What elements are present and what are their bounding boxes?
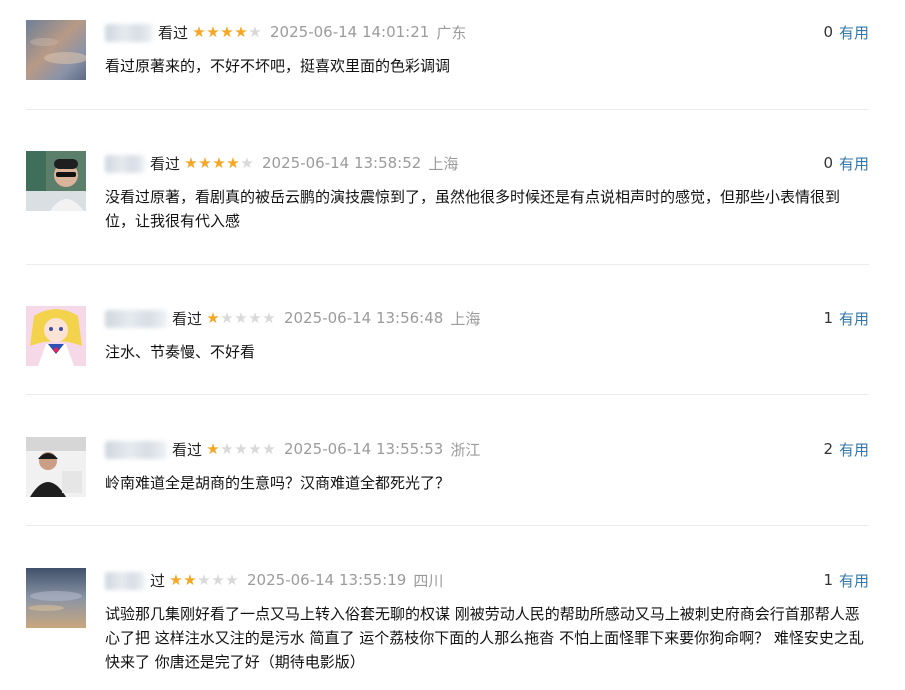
useful-button[interactable]: 有用 xyxy=(839,570,869,591)
vote-count: 0 xyxy=(823,154,833,172)
avatar[interactable] xyxy=(26,437,86,497)
review-location: 上海 xyxy=(428,154,459,173)
review-content: 试验那几集刚好看了一点又马上转入俗套无聊的权谋 刚被劳动人民的帮助所感动又马上被… xyxy=(105,605,864,671)
rating-stars: ★ ★ ★ ★ ★ xyxy=(206,309,276,327)
star-icon: ★ xyxy=(234,440,248,458)
divider xyxy=(26,394,869,395)
useful-button[interactable]: 有用 xyxy=(839,22,869,43)
watch-status: 看过 xyxy=(172,309,203,328)
review-meta: 过 ★ ★ ★ ★ ★ 2025-06-14 13:55:19 四川 xyxy=(105,569,443,591)
avatar[interactable] xyxy=(26,20,86,80)
vote-count: 1 xyxy=(823,309,833,327)
username-link[interactable] xyxy=(105,439,167,459)
vote-area: 1 有用 xyxy=(823,569,869,591)
avatar[interactable] xyxy=(26,568,86,628)
divider xyxy=(26,109,869,110)
star-icon: ★ xyxy=(183,571,197,589)
review-time: 2025-06-14 13:58:52 xyxy=(262,154,422,172)
divider xyxy=(26,525,869,526)
vote-area: 0 有用 xyxy=(823,152,869,174)
star-icon: ★ xyxy=(220,309,234,327)
vote-area: 2 有用 xyxy=(823,438,869,460)
watch-status: 看过 xyxy=(150,154,181,173)
star-icon: ★ xyxy=(220,23,234,41)
review-meta: 看过 ★ ★ ★ ★ ★ 2025-06-14 13:56:48 上海 xyxy=(105,307,480,329)
useful-button[interactable]: 有用 xyxy=(839,439,869,460)
star-icon: ★ xyxy=(212,154,226,172)
star-icon: ★ xyxy=(248,440,262,458)
vote-count: 0 xyxy=(823,23,833,41)
watch-status: 过 xyxy=(150,571,166,590)
review-location: 上海 xyxy=(450,309,481,328)
review-location: 四川 xyxy=(413,571,444,590)
review-content: 看过原著来的，不好不坏吧，挺喜欢里面的色彩调调 xyxy=(105,57,451,75)
review-content: 岭南难道全是胡商的生意吗？汉商难道全都死光了？ xyxy=(105,474,451,492)
vote-count: 1 xyxy=(823,571,833,589)
vote-area: 1 有用 xyxy=(823,307,869,329)
review-time: 2025-06-14 13:55:19 xyxy=(247,571,407,589)
username-link[interactable] xyxy=(105,308,167,328)
rating-stars: ★ ★ ★ ★ ★ xyxy=(206,440,276,458)
review-meta: 看过 ★ ★ ★ ★ ★ 2025-06-14 14:01:21 广东 xyxy=(105,21,466,43)
username-link[interactable] xyxy=(105,22,153,42)
star-icon: ★ xyxy=(226,154,240,172)
star-icon: ★ xyxy=(169,571,183,589)
star-icon: ★ xyxy=(197,571,211,589)
avatar-image xyxy=(26,437,86,497)
avatar-image xyxy=(26,306,86,366)
watch-status: 看过 xyxy=(158,23,189,42)
rating-stars: ★ ★ ★ ★ ★ xyxy=(184,154,254,172)
useful-button[interactable]: 有用 xyxy=(839,308,869,329)
useful-button[interactable]: 有用 xyxy=(839,153,869,174)
vote-area: 0 有用 xyxy=(823,21,869,43)
review-location: 广东 xyxy=(436,23,467,42)
star-icon: ★ xyxy=(206,309,220,327)
star-icon: ★ xyxy=(192,23,206,41)
username-link[interactable] xyxy=(105,153,145,173)
divider xyxy=(26,264,869,265)
username-link[interactable] xyxy=(105,570,145,590)
review-time: 2025-06-14 13:56:48 xyxy=(284,309,444,327)
review-location: 浙江 xyxy=(450,440,481,459)
star-icon: ★ xyxy=(206,23,220,41)
star-icon: ★ xyxy=(184,154,198,172)
star-icon: ★ xyxy=(262,309,276,327)
rating-stars: ★ ★ ★ ★ ★ xyxy=(192,23,262,41)
star-icon: ★ xyxy=(248,23,262,41)
star-icon: ★ xyxy=(198,154,212,172)
rating-stars: ★ ★ ★ ★ ★ xyxy=(169,571,239,589)
star-icon: ★ xyxy=(234,23,248,41)
star-icon: ★ xyxy=(240,154,254,172)
review-time: 2025-06-14 13:55:53 xyxy=(284,440,444,458)
avatar[interactable] xyxy=(26,306,86,366)
star-icon: ★ xyxy=(262,440,276,458)
avatar-image xyxy=(26,151,86,211)
avatar-image xyxy=(26,20,86,80)
avatar-image xyxy=(26,568,86,628)
star-icon: ★ xyxy=(211,571,225,589)
star-icon: ★ xyxy=(220,440,234,458)
avatar[interactable] xyxy=(26,151,86,211)
review-content: 注水、节奏慢、不好看 xyxy=(105,343,256,361)
star-icon: ★ xyxy=(234,309,248,327)
review-time: 2025-06-14 14:01:21 xyxy=(270,23,430,41)
review-content: 没看过原著，看剧真的被岳云鹏的演技震惊到了，虽然他很多时候还是有点说相声时的感觉… xyxy=(105,188,841,230)
review-meta: 看过 ★ ★ ★ ★ ★ 2025-06-14 13:55:53 浙江 xyxy=(105,438,480,460)
star-icon: ★ xyxy=(248,309,262,327)
watch-status: 看过 xyxy=(172,440,203,459)
star-icon: ★ xyxy=(206,440,220,458)
vote-count: 2 xyxy=(823,440,833,458)
star-icon: ★ xyxy=(225,571,239,589)
review-meta: 看过 ★ ★ ★ ★ ★ 2025-06-14 13:58:52 上海 xyxy=(105,152,458,174)
